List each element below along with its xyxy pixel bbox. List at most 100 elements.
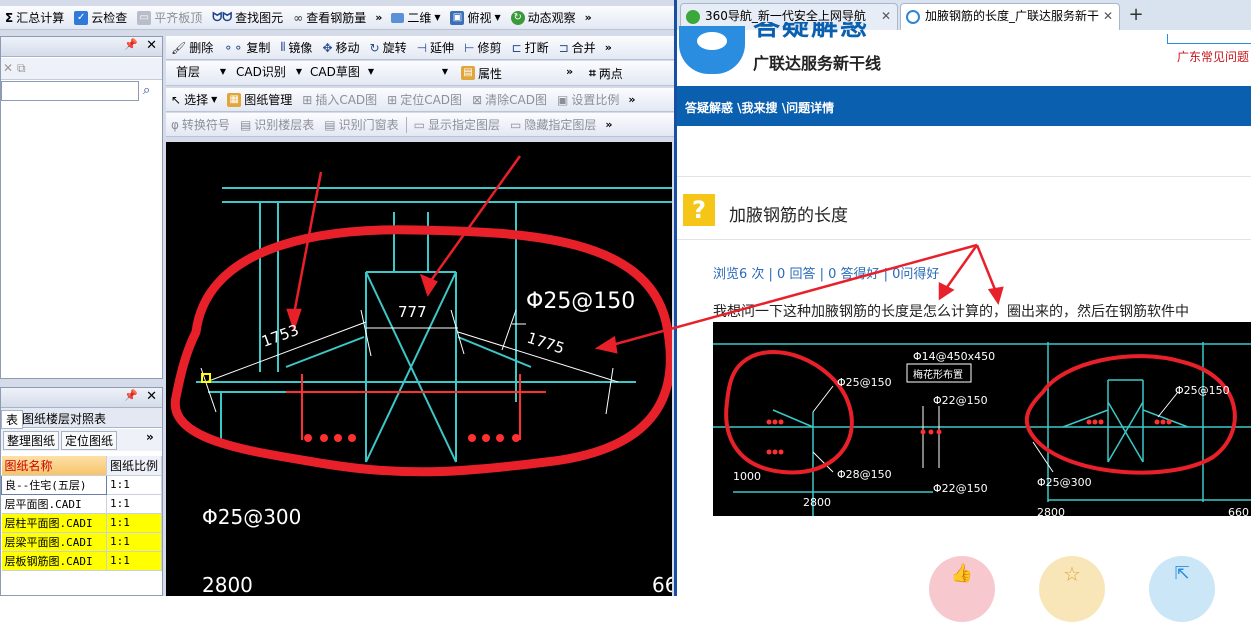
- top-view-icon: ▣: [450, 10, 465, 25]
- extend-icon: ⊣: [416, 40, 428, 55]
- close-icon[interactable]: ✕: [146, 38, 157, 53]
- cancel-icon[interactable]: ✕: [3, 61, 13, 75]
- image-label: 1000: [733, 470, 761, 483]
- image-label: Φ25@150: [1175, 384, 1230, 397]
- convert-symbol-button[interactable]: φ 转换符号: [166, 115, 235, 135]
- clear-cad-button[interactable]: ⊠ 清除CAD图: [467, 90, 552, 110]
- toolbar-overflow-chevron[interactable]: »: [601, 41, 616, 54]
- cad-dim-right: 1775: [525, 329, 567, 358]
- hide-layer-button[interactable]: ▭ 隐藏指定图层: [505, 115, 601, 135]
- pin-icon[interactable]: 📌: [124, 389, 138, 402]
- breadcrumb[interactable]: 答疑解惑 \我来搜 \问题详情: [685, 99, 834, 116]
- component-select[interactable]: ▼: [380, 64, 450, 82]
- close-icon[interactable]: ✕: [1103, 4, 1113, 29]
- locate-cad-button[interactable]: ⊞ 定位CAD图: [382, 90, 467, 110]
- divider: [677, 239, 1251, 240]
- table-row[interactable]: 层板钢筋图.CADI 1:1: [1, 551, 162, 571]
- table-row[interactable]: 层平面图.CADI 1:1: [1, 494, 162, 514]
- copy-icon[interactable]: ⧉: [17, 61, 26, 76]
- recognize-toolbar: φ 转换符号 ▤ 识别楼层表 ▤ 识别门窗表 ▭ 显示指定图层 ▭ 隐藏指定图层 »: [166, 113, 674, 137]
- select-button[interactable]: ↖ 选择 ▼: [166, 90, 222, 110]
- locate-drawing-button[interactable]: 定位图纸: [61, 431, 118, 450]
- cad-sketch-select[interactable]: CAD草图 ▼: [306, 64, 376, 82]
- cad-canvas[interactable]: 1753 777 1775 Φ25@150 Φ25@300 2800 66: [166, 142, 672, 596]
- top-link-frame: [1167, 34, 1251, 44]
- nav-bar: 答疑解惑 \我来搜 \问题详情: [677, 86, 1251, 126]
- cloud-check-button[interactable]: ✓ 云检查: [69, 8, 132, 28]
- toolbar-overflow-chevron[interactable]: »: [371, 11, 386, 24]
- toolbar-overflow-chevron[interactable]: »: [601, 118, 616, 131]
- sigma-icon: Σ: [5, 10, 14, 25]
- table-row[interactable]: 层柱平面图.CADI 1:1: [1, 513, 162, 533]
- find-element-button[interactable]: ᗢᗢ 查找图元: [207, 8, 288, 28]
- question-image[interactable]: Φ25@150 Φ28@150 1000 2800 Φ14@450x450 梅花…: [713, 322, 1251, 516]
- move-button[interactable]: ✥ 移动: [317, 38, 364, 58]
- view-rebar-button[interactable]: ∞ 查看钢筋量: [288, 8, 371, 28]
- clear-cad-icon: ⊠: [472, 92, 483, 107]
- two-points-button[interactable]: ⌗ 两点: [584, 63, 628, 83]
- trim-icon: ⊢: [464, 40, 475, 55]
- question-mark-icon: ?: [683, 194, 715, 226]
- top-link[interactable]: 广东常见问题: [1177, 48, 1249, 65]
- drawing-manage-button[interactable]: ▦ 图纸管理: [222, 90, 297, 110]
- toolbar-overflow-chevron[interactable]: »: [146, 430, 154, 444]
- organize-drawings-button[interactable]: 整理图纸: [3, 431, 60, 450]
- property-icon: ▤: [461, 66, 475, 80]
- extend-button[interactable]: ⊣ 延伸: [412, 38, 459, 58]
- cad-dim-mid: 777: [398, 303, 427, 321]
- search-input[interactable]: [1, 81, 139, 101]
- align-top-icon: ▭: [137, 10, 152, 25]
- tab-floor-mapping[interactable]: 图纸楼层对照表: [19, 410, 109, 427]
- recognize-door-window-button[interactable]: ▤ 识别门窗表: [319, 115, 403, 135]
- recognize-floor-table-button[interactable]: ▤ 识别楼层表: [235, 115, 319, 135]
- chevron-down-icon: ▼: [219, 67, 226, 76]
- break-button[interactable]: ⊏ 打断: [507, 38, 554, 58]
- table-row[interactable]: 良--住宅(五层) 1:1: [1, 474, 162, 495]
- toolbar-overflow-chevron[interactable]: »: [562, 65, 577, 78]
- floor-select[interactable]: 首层 ▼: [172, 64, 228, 82]
- mirror-button[interactable]: ⫴ 镜像: [275, 38, 317, 58]
- panel-header: 📌 ✕: [1, 388, 162, 408]
- view-2d-dropdown[interactable]: 二维 ▼: [386, 8, 445, 28]
- mascot-logo[interactable]: [679, 26, 745, 74]
- copy-button[interactable]: ⚬⚬ 复制: [218, 38, 275, 58]
- set-scale-button[interactable]: ▣ 设置比例: [552, 90, 624, 110]
- close-icon[interactable]: ✕: [146, 389, 157, 404]
- property-button[interactable]: ▤ 属性: [456, 63, 507, 83]
- thumbs-up-icon: 👍: [950, 563, 974, 584]
- cad-recognize-select[interactable]: CAD识别 ▼: [232, 64, 304, 82]
- image-label: Φ28@150: [837, 468, 892, 481]
- trim-button[interactable]: ⊢ 修剪: [459, 38, 506, 58]
- align-top-button[interactable]: ▭ 平齐板顶: [132, 8, 207, 28]
- panel-tabs: 表 图纸楼层对照表: [1, 408, 162, 429]
- like-button[interactable]: 👍: [929, 556, 995, 622]
- sum-calc-button[interactable]: Σ 汇总计算: [0, 8, 69, 28]
- table-row[interactable]: 层梁平面图.CADI 1:1: [1, 532, 162, 552]
- toolbar-overflow-chevron[interactable]: »: [581, 11, 596, 24]
- share-button[interactable]: ⇱: [1149, 556, 1215, 622]
- merge-button[interactable]: ⊐ 合并: [554, 38, 601, 58]
- favorite-button[interactable]: ☆: [1039, 556, 1105, 622]
- toolbar-overflow-chevron[interactable]: »: [624, 93, 639, 106]
- pin-icon[interactable]: 📌: [124, 38, 138, 51]
- question-text: 我想问一下这种加腋钢筋的长度是怎么计算的，圈出来的，然后在钢筋软件中: [713, 304, 1189, 320]
- delete-button[interactable]: 🖌 删除: [166, 38, 218, 58]
- top-view-dropdown[interactable]: ▣ 俯视 ▼: [445, 8, 505, 28]
- chevron-down-icon: ▼: [211, 95, 218, 104]
- question-stats: 浏览6 次 | 0 回答 | 0 答得好 | 0问得好: [713, 267, 940, 282]
- cad-dim-left: 1753: [259, 321, 301, 351]
- new-tab-button[interactable]: +: [1124, 4, 1148, 28]
- insert-cad-button[interactable]: ⊞ 插入CAD图: [297, 90, 382, 110]
- star-icon: ☆: [1063, 562, 1081, 586]
- dynamic-orbit-button[interactable]: ↻ 动态观察: [506, 8, 581, 28]
- browser-tab-active[interactable]: 加腋钢筋的长度_广联达服务新干 ✕: [900, 3, 1120, 30]
- rotate-button[interactable]: ↻ 旋转: [365, 38, 412, 58]
- column-header-scale[interactable]: 图纸比例: [106, 456, 162, 476]
- chevron-down-icon: ▼: [441, 67, 448, 76]
- column-header-name[interactable]: 图纸名称: [1, 456, 107, 476]
- site-subtitle: 广联达服务新干线: [753, 54, 882, 73]
- site-title: 答疑解惑: [753, 22, 869, 42]
- search-icon[interactable]: ⌕: [143, 83, 150, 98]
- close-icon[interactable]: ✕: [881, 4, 891, 29]
- show-layer-button[interactable]: ▭ 显示指定图层: [409, 115, 505, 135]
